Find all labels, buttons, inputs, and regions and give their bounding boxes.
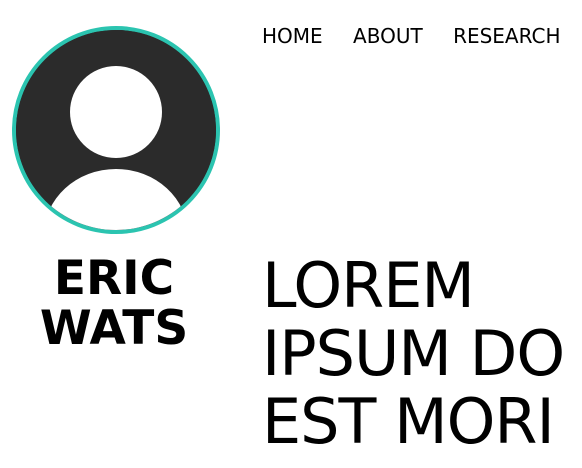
main-nav: HOME ABOUT RESEARCH: [262, 22, 582, 50]
nav-item-research[interactable]: RESEARCH: [453, 22, 560, 50]
profile-name-line2: WATS: [39, 301, 189, 356]
hero-heading: LOREM IPSUM DO EST MORI: [262, 252, 582, 456]
nav-item-about[interactable]: ABOUT: [353, 22, 423, 50]
nav-item-home[interactable]: HOME: [262, 22, 323, 50]
hero-line2: IPSUM DO: [262, 317, 565, 390]
user-silhouette-icon: [16, 30, 216, 230]
hero-line1: LOREM: [262, 252, 475, 322]
avatar: [12, 26, 220, 234]
hero-line3: EST MORI: [262, 385, 555, 456]
page: ERIC WATS HOME ABOUT RESEARCH LOREM IPSU…: [0, 0, 582, 468]
profile-name-line1: ERIC: [53, 251, 175, 306]
profile-name: ERIC WATS: [0, 254, 228, 354]
